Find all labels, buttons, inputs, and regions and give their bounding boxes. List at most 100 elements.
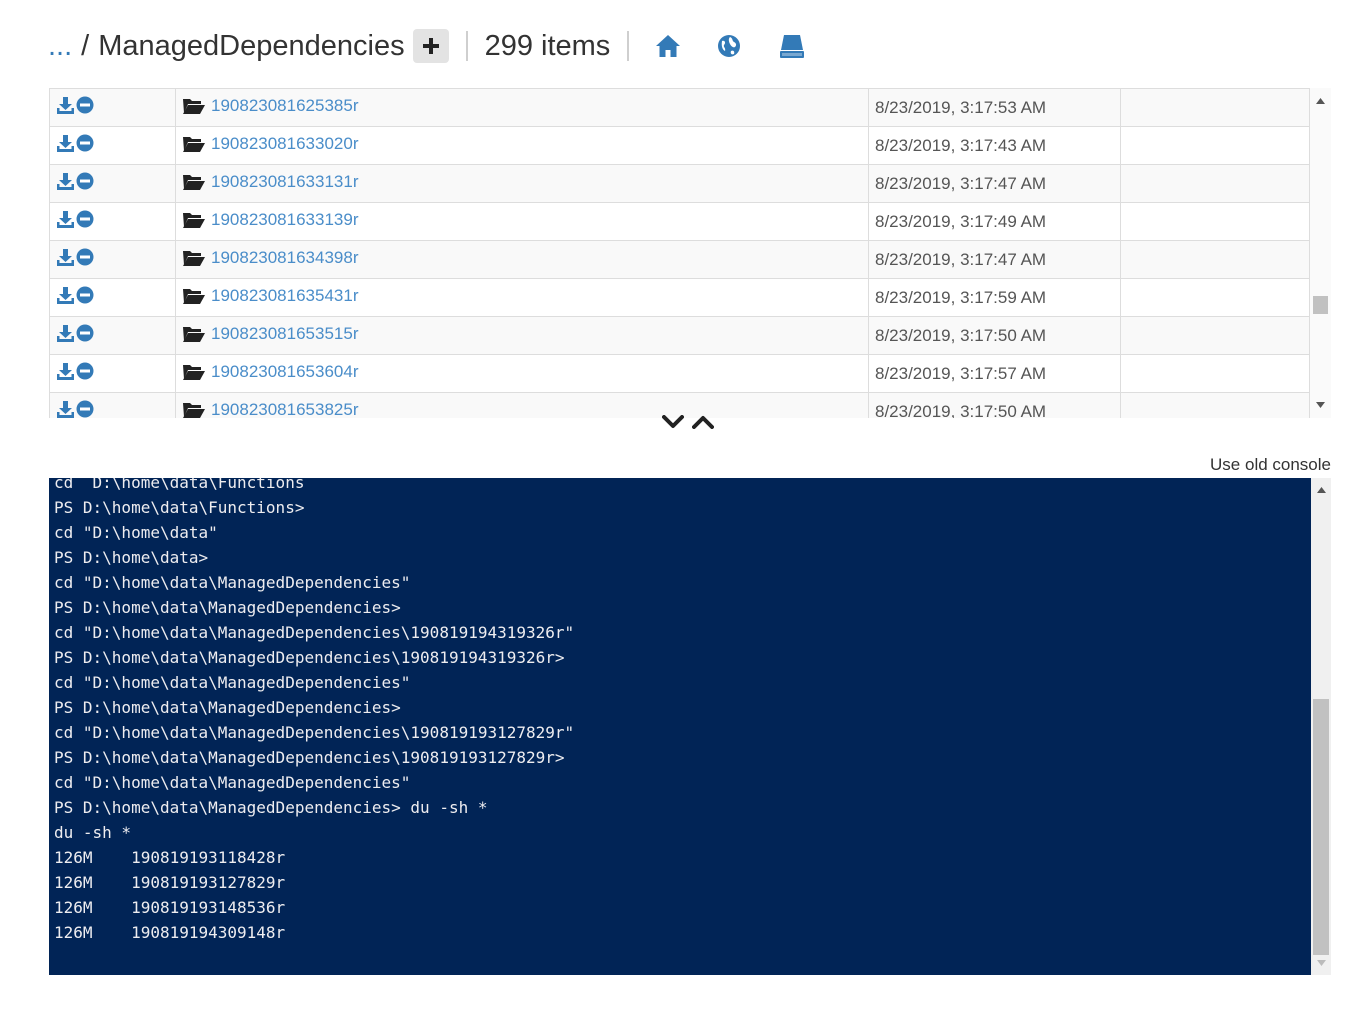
- name-cell: 190823081633131r: [175, 164, 869, 203]
- scroll-up-arrow[interactable]: [1310, 92, 1331, 110]
- name-cell: 190823081653515r: [175, 316, 869, 355]
- collapse-down-button[interactable]: [662, 415, 684, 429]
- download-icon[interactable]: [56, 324, 75, 343]
- scroll-down-arrow[interactable]: [1310, 396, 1331, 414]
- modified-date: 8/23/2019, 3:17:43 AM: [875, 135, 1047, 155]
- modified-date: 8/23/2019, 3:17:50 AM: [875, 325, 1047, 345]
- modified-date: 8/23/2019, 3:17:53 AM: [875, 97, 1047, 117]
- globe-button[interactable]: [717, 34, 741, 58]
- download-icon[interactable]: [56, 134, 75, 153]
- console-line: cd "D:\home\data\ManagedDependencies": [54, 673, 411, 692]
- folder-open-icon: [182, 211, 206, 229]
- download-icon[interactable]: [56, 286, 75, 305]
- remove-icon[interactable]: [76, 248, 94, 266]
- console-line: 126M 190819193118428r: [54, 848, 286, 867]
- folder-link[interactable]: 190823081634398r: [211, 248, 358, 268]
- name-cell: 190823081625385r: [175, 88, 869, 127]
- name-cell: 190823081635431r: [175, 278, 869, 317]
- table-row: 190823081634398r 8/23/2019, 3:17:47 AM: [49, 240, 1310, 279]
- download-icon[interactable]: [56, 400, 75, 419]
- console-scroll-up-arrow[interactable]: [1311, 480, 1331, 500]
- name-cell: 190823081634398r: [175, 240, 869, 279]
- console-line: PS D:\home\data\ManagedDependencies>: [54, 598, 401, 617]
- download-icon[interactable]: [56, 172, 75, 191]
- table-row: 190823081653604r 8/23/2019, 3:17:57 AM: [49, 354, 1310, 393]
- use-old-console-link[interactable]: Use old console: [1210, 455, 1331, 475]
- console-line: PS D:\home\data\ManagedDependencies> du …: [54, 798, 488, 817]
- modified-date: 8/23/2019, 3:17:59 AM: [875, 287, 1047, 307]
- powershell-console[interactable]: cd D:\home\data\Functions PS D:\home\data…: [49, 478, 1311, 975]
- console-line: PS D:\home\data>: [54, 548, 209, 567]
- name-cell: 190823081653825r: [175, 392, 869, 419]
- table-row: 190823081633139r 8/23/2019, 3:17:49 AM: [49, 202, 1310, 241]
- remove-icon[interactable]: [76, 324, 94, 342]
- modified-date: 8/23/2019, 3:17:57 AM: [875, 363, 1047, 383]
- download-icon[interactable]: [56, 96, 75, 115]
- folder-link[interactable]: 190823081633131r: [211, 172, 358, 192]
- date-cell: 8/23/2019, 3:17:53 AM: [868, 88, 1121, 127]
- console-scrollbar[interactable]: [1311, 478, 1331, 975]
- name-cell: 190823081633139r: [175, 202, 869, 241]
- drive-icon: [780, 35, 805, 58]
- folder-link[interactable]: 190823081633139r: [211, 210, 358, 230]
- remove-icon[interactable]: [76, 210, 94, 228]
- console-line: PS D:\home\data\ManagedDependencies>: [54, 698, 401, 717]
- console-scrollbar-thumb[interactable]: [1313, 699, 1329, 955]
- breadcrumb-ellipsis-link[interactable]: ...: [48, 30, 72, 63]
- folder-link[interactable]: 190823081625385r: [211, 96, 358, 116]
- remove-icon[interactable]: [76, 286, 94, 304]
- folder-open-icon: [182, 401, 206, 419]
- row-actions: [49, 392, 176, 419]
- date-cell: 8/23/2019, 3:17:57 AM: [868, 354, 1121, 393]
- download-icon[interactable]: [56, 362, 75, 381]
- table-row: 190823081635431r 8/23/2019, 3:17:59 AM: [49, 278, 1310, 317]
- date-cell: 8/23/2019, 3:17:59 AM: [868, 278, 1121, 317]
- console-line: cd "D:\home\data\ManagedDependencies\190…: [54, 623, 575, 642]
- size-cell: [1120, 354, 1310, 393]
- new-item-button[interactable]: [412, 29, 449, 63]
- folder-open-icon: [182, 363, 206, 381]
- folder-link[interactable]: 190823081635431r: [211, 286, 358, 306]
- date-cell: 8/23/2019, 3:17:50 AM: [868, 392, 1121, 418]
- download-icon[interactable]: [56, 210, 75, 229]
- date-cell: 8/23/2019, 3:17:47 AM: [868, 240, 1121, 279]
- file-list-scrollbar[interactable]: [1310, 88, 1331, 418]
- console-line: 126M 190819194309148r: [54, 923, 286, 942]
- file-table: 190823081625385r 8/23/2019, 3:17:53 AM 190…: [49, 88, 1310, 418]
- download-icon[interactable]: [56, 248, 75, 267]
- header-bar: ... / ManagedDependencies 299 items: [48, 24, 805, 68]
- remove-icon[interactable]: [76, 400, 94, 418]
- folder-link[interactable]: 190823081653825r: [211, 400, 358, 419]
- folder-open-icon: [182, 249, 206, 267]
- row-actions: [49, 88, 176, 127]
- folder-link[interactable]: 190823081653515r: [211, 324, 358, 344]
- folder-link[interactable]: 190823081653604r: [211, 362, 358, 382]
- remove-icon[interactable]: [76, 362, 94, 380]
- console-line: cd "D:\home\data\ManagedDependencies": [54, 573, 411, 592]
- remove-icon[interactable]: [76, 134, 94, 152]
- console-scroll-down-arrow[interactable]: [1311, 953, 1331, 973]
- remove-icon[interactable]: [76, 96, 94, 114]
- console-line: cd "D:\home\data\ManagedDependencies\190…: [54, 723, 575, 742]
- size-cell: [1120, 126, 1310, 165]
- drive-button[interactable]: [779, 33, 805, 59]
- size-cell: [1120, 392, 1310, 418]
- plus-icon: [422, 38, 439, 54]
- table-row: 190823081633020r 8/23/2019, 3:17:43 AM: [49, 126, 1310, 165]
- home-icon: [656, 35, 681, 57]
- folder-link[interactable]: 190823081633020r: [211, 134, 358, 154]
- row-actions: [49, 126, 176, 165]
- globe-icon: [718, 35, 741, 57]
- expand-up-button[interactable]: [692, 415, 714, 429]
- row-actions: [49, 240, 176, 279]
- console-line: cd "D:\home\data": [54, 523, 218, 542]
- file-list: 190823081625385r 8/23/2019, 3:17:53 AM 190…: [49, 88, 1331, 418]
- size-cell: [1120, 164, 1310, 203]
- scrollbar-thumb[interactable]: [1313, 296, 1328, 314]
- table-row: 190823081625385r 8/23/2019, 3:17:53 AM: [49, 88, 1310, 127]
- name-cell: 190823081633020r: [175, 126, 869, 165]
- date-cell: 8/23/2019, 3:17:47 AM: [868, 164, 1121, 203]
- home-button[interactable]: [655, 34, 681, 58]
- remove-icon[interactable]: [76, 172, 94, 190]
- pane-splitter: [662, 415, 714, 429]
